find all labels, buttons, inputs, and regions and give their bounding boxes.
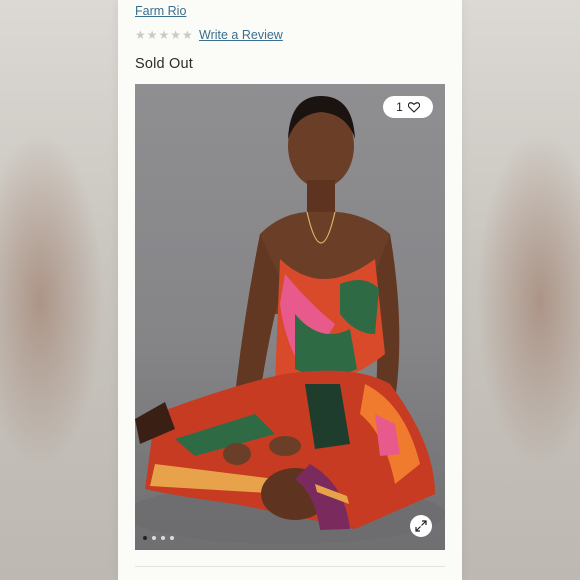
like-count: 1 — [396, 100, 403, 114]
divider — [135, 566, 445, 567]
rating-stars: ★★★★★ — [135, 28, 194, 42]
expand-icon — [415, 520, 427, 532]
expand-image-button[interactable] — [410, 515, 432, 537]
like-button[interactable]: 1 — [383, 96, 433, 118]
heart-icon — [407, 101, 420, 113]
brand-link[interactable]: Farm Rio — [135, 4, 186, 18]
carousel-dot[interactable] — [170, 536, 174, 540]
carousel-dot[interactable] — [143, 536, 147, 540]
carousel-dot[interactable] — [161, 536, 165, 540]
model-illustration — [135, 96, 445, 544]
write-review-link[interactable]: Write a Review — [199, 28, 283, 42]
product-panel: Farm Rio ★★★★★ Write a Review Sold Out 1 — [118, 0, 462, 580]
carousel-dot[interactable] — [152, 536, 156, 540]
stock-status: Sold Out — [135, 56, 194, 72]
product-image[interactable]: 1 — [135, 84, 445, 550]
carousel-dots — [143, 536, 174, 540]
